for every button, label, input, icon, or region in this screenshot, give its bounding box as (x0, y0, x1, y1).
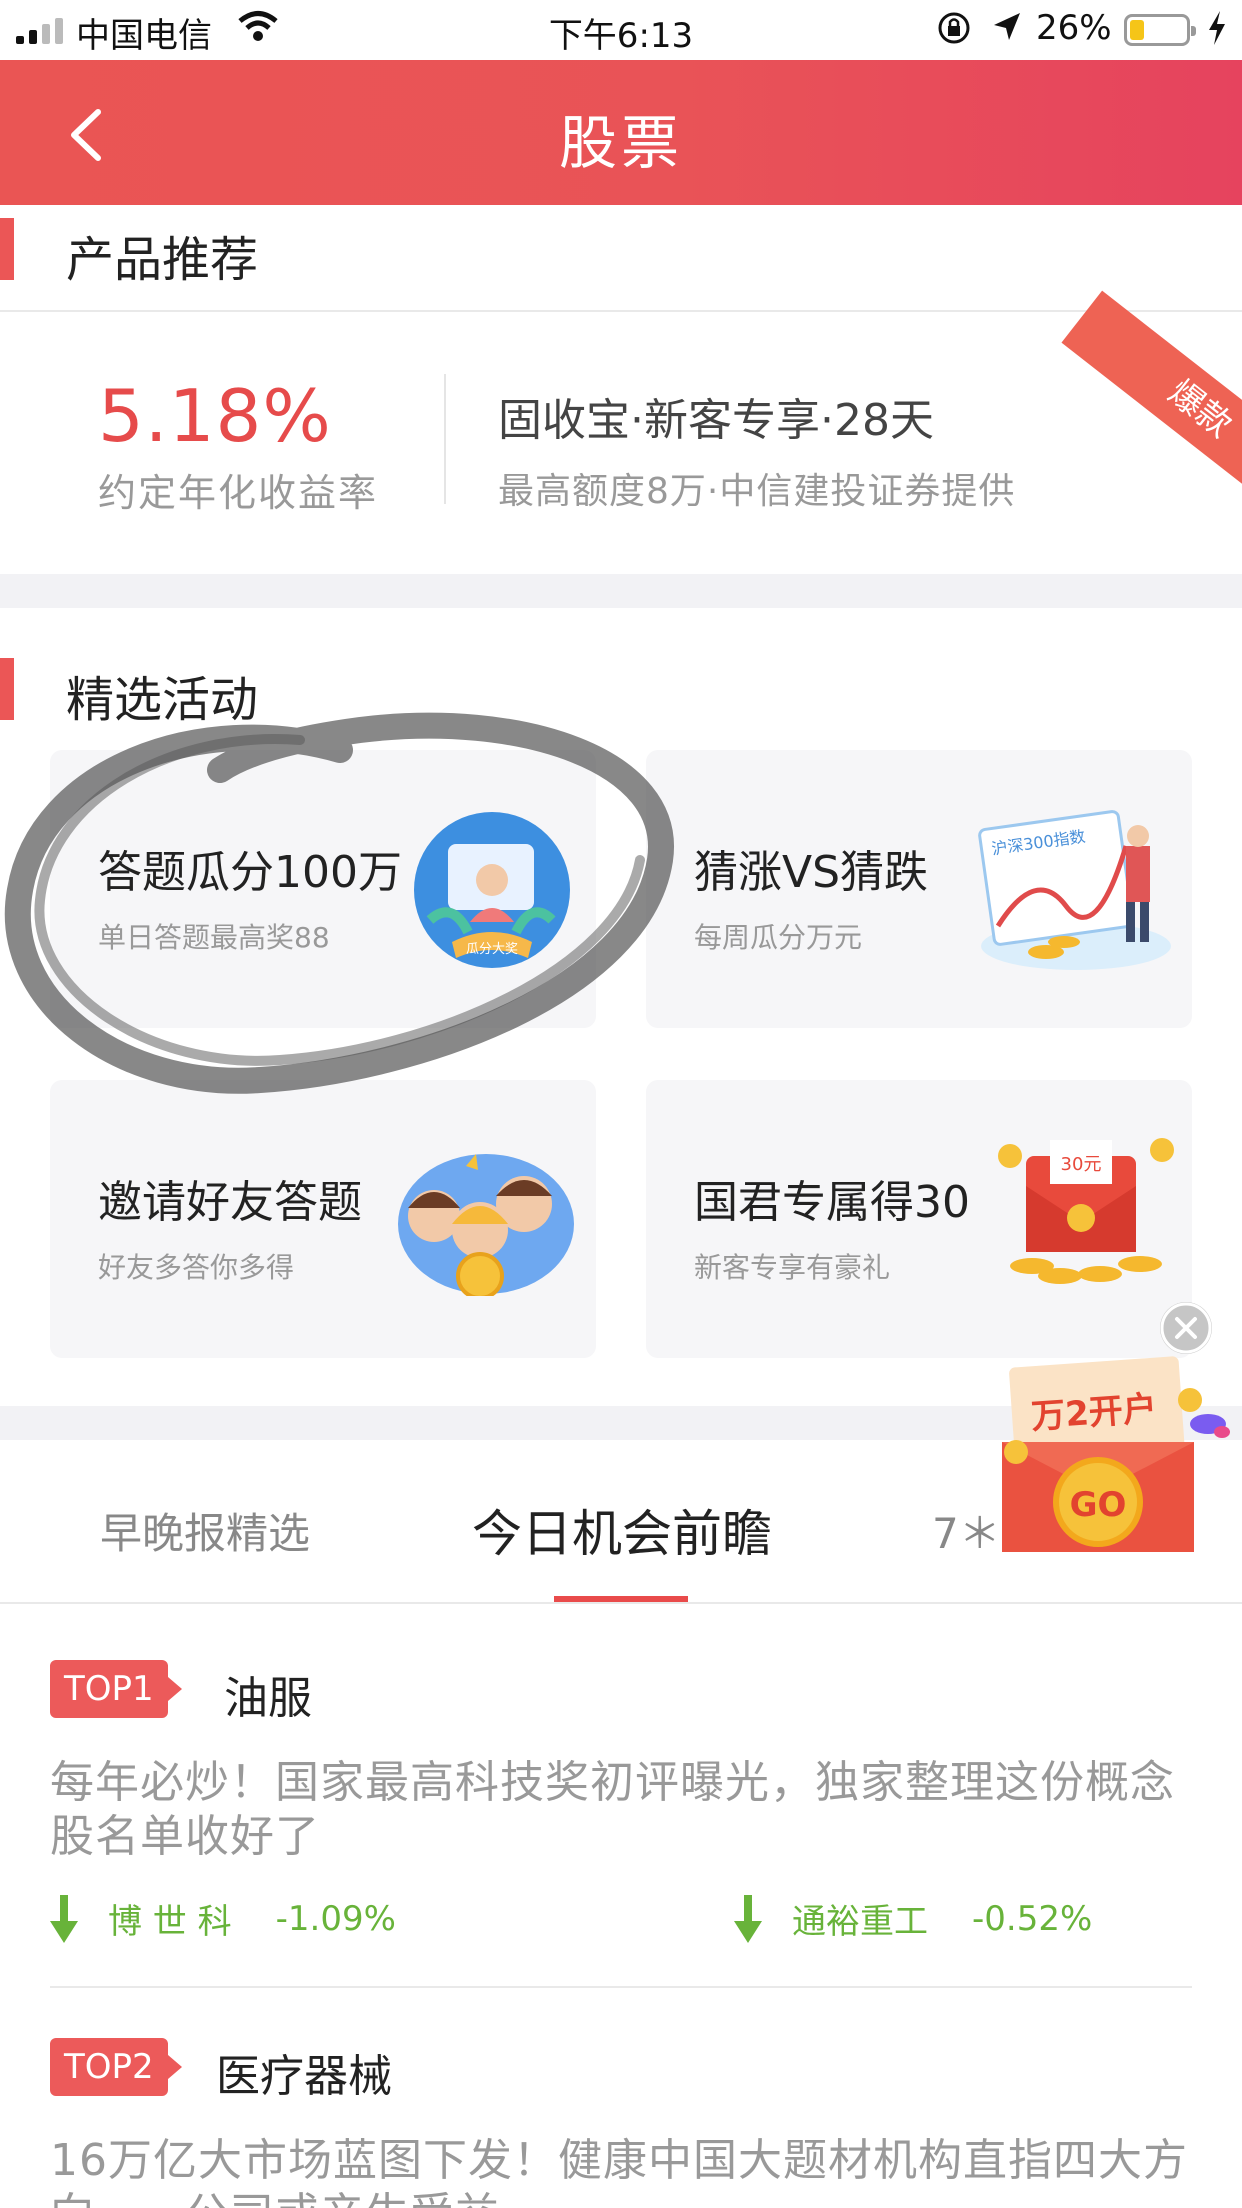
rank-badge: TOP2 (50, 2038, 182, 2096)
activity-subtitle: 好友多答你多得 (98, 1251, 295, 1284)
quiz-illustration-label: 瓜分大奖 (466, 942, 518, 957)
activity-card-quiz[interactable]: 答题瓜分100万 单日答题最高奖88 瓜分大奖 (50, 750, 596, 1028)
activity-subtitle: 单日答题最高奖88 (98, 921, 330, 954)
charging-bolt-icon (1209, 11, 1225, 45)
hot-ribbon: 爆款 (1061, 290, 1242, 528)
tab-7x24[interactable]: 7＊ (932, 1500, 1001, 1561)
activity-title: 猜涨VS猜跌 (694, 847, 929, 898)
red-envelope-amount: 30元 (1061, 1154, 1102, 1175)
news-topic: 医疗器械 (216, 2051, 392, 2102)
news-headline: 每年必炒！国家最高科技奖初评曝光，独家整理这份概念股名单收好了 (50, 1757, 1175, 1862)
section-accent-bar (0, 658, 14, 720)
battery-percent: 26% (1036, 8, 1112, 48)
activity-card-gtja[interactable]: 国君专属得30 新客专享有豪礼 30元 (646, 1080, 1192, 1358)
divider (0, 1602, 1242, 1604)
yield-rate-label: 约定年化收益率 (98, 471, 379, 515)
news-headline: 16万亿大市场蓝图下发！健康中国大题材机构直指四大方向……公司或产生受益 (50, 2135, 1188, 2208)
tab-morning-evening-report[interactable]: 早晚报精选 (100, 1500, 310, 1561)
stock-page: 中国电信 下午6:13 26% 股票 产品推荐 5.18% 约定年化收益率 固收… (0, 0, 1242, 2208)
yield-rate: 5.18% (98, 374, 332, 458)
activity-title: 国君专属得30 (694, 1177, 970, 1228)
tab-today-opportunities[interactable]: 今日机会前瞻 (472, 1494, 772, 1566)
activity-subtitle: 每周瓜分万元 (694, 921, 863, 954)
open-account-floating-ad[interactable]: 万2开户 GO (994, 1352, 1230, 1558)
stock-change: -1.09% (275, 1898, 396, 1939)
activity-card-invite[interactable]: 邀请好友答题 好友多答你多得 (50, 1080, 596, 1358)
stock-name: 博 世 科 (108, 1902, 232, 1942)
product-card[interactable]: 5.18% 约定年化收益率 固收宝·新客专享·28天 最高额度8万·中信建投证券… (0, 290, 1242, 574)
product-desc: 最高额度8万·中信建投证券提供 (498, 471, 1016, 512)
activity-subtitle: 新客专享有豪礼 (694, 1251, 891, 1284)
section-title: 产品推荐 (66, 232, 259, 288)
friends-illustration-icon (398, 1154, 574, 1296)
section-accent-bar (0, 218, 14, 280)
activity-title: 答题瓜分100万 (98, 847, 402, 898)
red-envelope-illustration-icon: 30元 (998, 1138, 1174, 1284)
divider (50, 1986, 1192, 1988)
location-arrow-icon (994, 13, 1020, 40)
close-icon[interactable] (1160, 1302, 1212, 1354)
news-item[interactable]: TOP1 油服 每年必炒！国家最高科技奖初评曝光，独家整理这份概念股名单收好了 … (0, 1660, 1242, 1980)
activity-title: 邀请好友答题 (98, 1177, 362, 1228)
product-name: 固收宝·新客专享·28天 (498, 395, 934, 446)
nav-bar: 股票 (0, 60, 1242, 205)
rotation-lock-icon (938, 12, 970, 44)
rank-badge: TOP1 (50, 1660, 182, 1718)
section-gap (0, 574, 1242, 608)
activity-card-guess[interactable]: 猜涨VS猜跌 每周瓜分万元 沪深300指数 (646, 750, 1192, 1028)
floating-ad-button: GO (1070, 1485, 1127, 1525)
news-topic: 油服 (224, 1673, 312, 1724)
stock-chip[interactable]: 博 世 科 -1.09% (50, 1894, 396, 1943)
page-title: 股票 (558, 109, 683, 177)
divider (444, 374, 446, 504)
quiz-illustration-icon: 瓜分大奖 (414, 812, 570, 968)
news-item[interactable]: TOP2 医疗器械 16万亿大市场蓝图下发！健康中国大题材机构直指四大方向……公… (0, 2038, 1242, 2208)
stock-chip[interactable]: 通裕重工 -0.52% (734, 1894, 1092, 1943)
red-envelope-go-icon: 万2开户 GO (1002, 1356, 1230, 1552)
index-chart-illustration-icon: 沪深300指数 (978, 810, 1171, 970)
section-title: 精选活动 (66, 672, 259, 728)
status-bar: 中国电信 下午6:13 26% (0, 0, 1242, 60)
stock-change: -0.52% (972, 1898, 1093, 1939)
down-arrow-icon (50, 1894, 78, 1943)
stock-name: 通裕重工 (792, 1902, 928, 1942)
down-arrow-icon (734, 1894, 762, 1943)
battery-icon (1124, 14, 1196, 46)
